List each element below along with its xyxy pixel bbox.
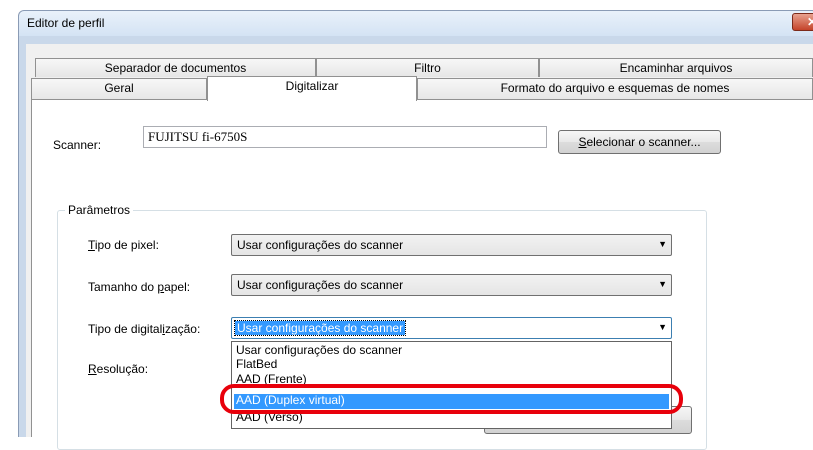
select-scanner-button[interactable]: Selecionar o scanner... [558,130,721,154]
close-icon: ✕ [806,15,813,29]
label-text: zação: [164,322,201,336]
paper-size-label: Tamanho do papel: [88,280,190,294]
select-value: Usar configurações do scanner [237,238,404,252]
tab-label: Separador de documentos [104,61,247,75]
chevron-down-icon: ▼ [658,239,667,249]
tab-label: Formato do arquivo e esquemas de nomes [500,81,730,95]
parameters-group-title: Parâmetros [65,203,134,217]
select-value: Usar configurações do scanner [237,278,404,292]
tab-label: Digitalizar [285,79,339,93]
button-label: elecionar o scanner... [586,135,701,149]
tab-label: Encaminhar arquivos [619,61,733,75]
label-text: ipo de pixel: [94,238,159,252]
tab-formato-do-arquivo[interactable]: Formato do arquivo e esquemas de nomes [417,78,813,100]
pixel-type-select[interactable]: Usar configurações do scanner ▼ [231,234,672,256]
select-value: Usar configurações do scanner [233,320,407,336]
callout-highlight [220,384,683,414]
scanner-name-value: FUJITSU fi-6750S [148,129,248,144]
title-bar: Editor de perfil ✕ [18,10,813,36]
chevron-down-icon: ▼ [658,279,667,289]
label-text: esolução: [96,362,149,376]
pixel-type-label: Tipo de pixel: [88,238,159,252]
tab-geral[interactable]: Geral [31,78,207,100]
resolution-label: Resolução: [88,362,148,376]
scanner-name-field[interactable]: FUJITSU fi-6750S [143,126,547,148]
paper-size-select[interactable]: Usar configurações do scanner ▼ [231,274,672,296]
dropdown-option[interactable]: Usar configurações do scanner [234,344,669,358]
label-text: Tamanho do [88,280,158,294]
tab-label: Geral [104,81,134,95]
mnemonic: R [88,362,97,376]
dropdown-option[interactable]: FlatBed [234,358,669,372]
scan-type-select[interactable]: Usar configurações do scanner ▼ [231,317,672,339]
tab-digitalizar[interactable]: Digitalizar [207,76,417,101]
scanner-label: Scanner: [53,138,102,152]
label-text: Tipo de digital [88,322,163,336]
chevron-down-icon: ▼ [658,322,667,332]
window-title: Editor de perfil [27,16,105,30]
tab-filtro[interactable]: Filtro [316,58,539,77]
scan-type-label: Tipo de digitalização: [88,322,200,336]
label-text: apel: [164,280,191,294]
mnemonic: T [88,238,95,252]
tab-encaminhar-arquivos[interactable]: Encaminhar arquivos [539,58,813,77]
tab-label: Filtro [414,61,441,75]
tab-separador-de-documentos[interactable]: Separador de documentos [35,58,316,77]
close-button[interactable]: ✕ [792,13,813,31]
